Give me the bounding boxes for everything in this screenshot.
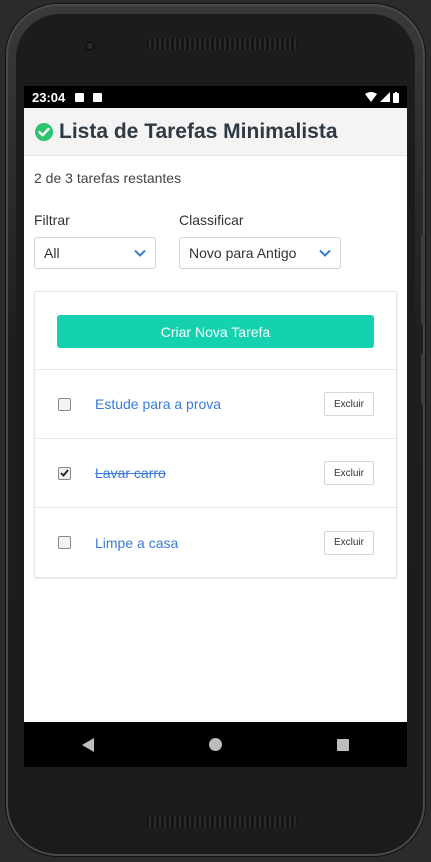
task-card: Criar Nova Tarefa Estude para a prova Ex… (34, 291, 397, 578)
delete-task-button[interactable]: Excluir (323, 461, 374, 485)
volume-button (421, 354, 425, 404)
chevron-down-icon (319, 249, 331, 257)
task-row: Lavar carro Excluir (35, 439, 396, 508)
home-icon[interactable] (208, 738, 222, 751)
signal-icon (380, 92, 390, 102)
back-icon[interactable] (81, 737, 94, 752)
notification-icon (75, 92, 85, 102)
sort-group: Classificar Novo para Antigo (179, 212, 341, 269)
task-row: Limpe a casa Excluir (35, 508, 396, 577)
status-bar: 23:04 (24, 86, 407, 108)
task-checkbox[interactable] (58, 397, 71, 411)
filter-group: Filtrar All (34, 212, 179, 269)
app-header: Lista de Tarefas Minimalista (24, 108, 407, 156)
android-nav-bar (24, 722, 407, 767)
filter-select-value: All (44, 245, 60, 261)
sort-select-value: Novo para Antigo (189, 245, 297, 261)
check-circle-icon (35, 122, 53, 141)
task-checkbox-checked[interactable] (58, 466, 71, 480)
delete-task-button[interactable]: Excluir (323, 392, 374, 416)
status-time: 23:04 (32, 89, 66, 105)
task-row: Estude para a prova Excluir (35, 370, 396, 439)
filter-select[interactable]: All (34, 237, 156, 269)
create-task-section: Criar Nova Tarefa (35, 292, 396, 370)
sort-label: Classificar (179, 212, 244, 228)
app-screen: 23:04 Lista de Tarefas Minimalista 2 de … (24, 86, 407, 766)
sd-card-icon (93, 92, 103, 102)
filter-bar: Filtrar All Classificar Novo para Antigo (34, 212, 397, 269)
filter-label: Filtrar (34, 212, 70, 228)
remaining-count: 2 de 3 tarefas restantes (34, 170, 182, 186)
task-title[interactable]: Lavar carro (95, 465, 324, 481)
chevron-down-icon (134, 249, 146, 257)
power-button (421, 234, 425, 324)
wifi-icon (365, 92, 377, 102)
sort-select[interactable]: Novo para Antigo (179, 237, 341, 269)
checkmark-icon (60, 469, 69, 477)
main-content: 2 de 3 tarefas restantes Filtrar All Cla… (24, 170, 407, 578)
front-camera (85, 41, 95, 51)
page-title: Lista de Tarefas Minimalista (59, 119, 338, 143)
delete-task-button[interactable]: Excluir (323, 530, 374, 555)
bottom-speaker (146, 816, 298, 828)
task-checkbox[interactable] (58, 536, 71, 549)
battery-icon (393, 91, 399, 103)
create-task-button[interactable]: Criar Nova Tarefa (57, 315, 374, 348)
task-title[interactable]: Limpe a casa (95, 535, 324, 551)
recent-apps-icon[interactable] (337, 738, 350, 751)
task-title[interactable]: Estude para a prova (95, 396, 324, 412)
top-speaker (146, 38, 298, 50)
